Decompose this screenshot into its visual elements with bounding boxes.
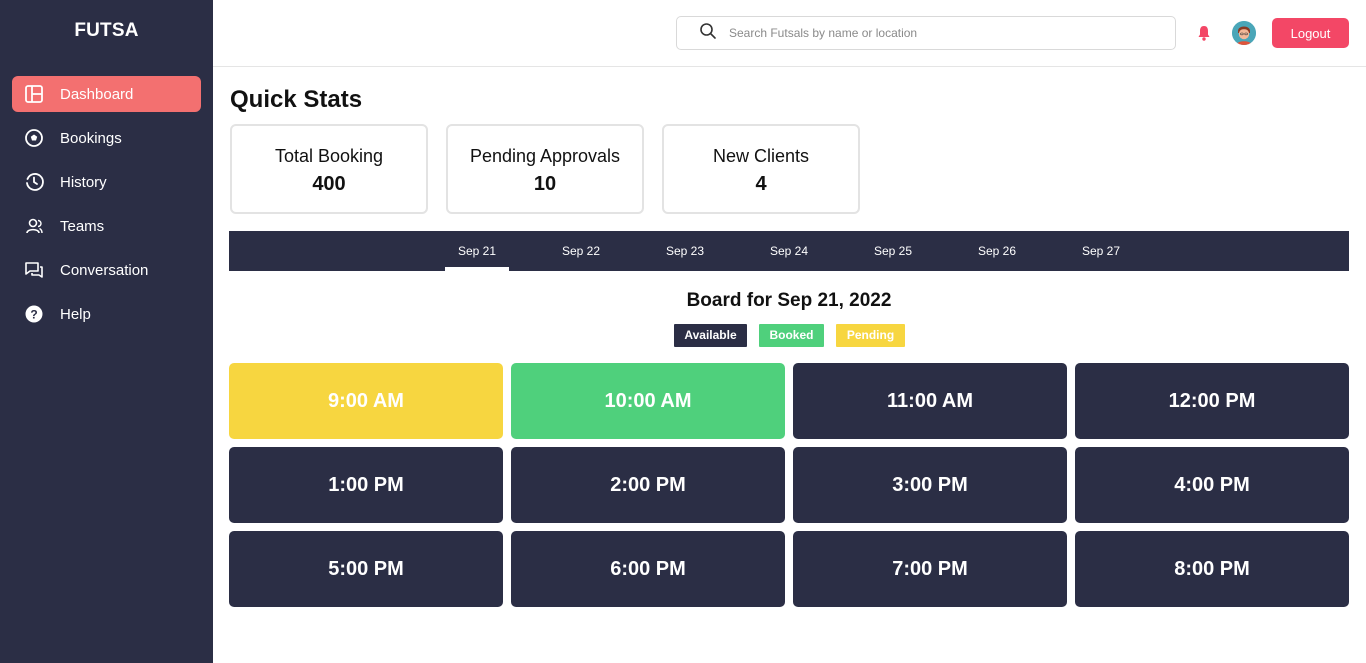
dashboard-icon <box>24 84 44 104</box>
time-slot[interactable]: 1:00 PM <box>229 447 503 523</box>
time-slot[interactable]: 6:00 PM <box>511 531 785 607</box>
time-slot[interactable]: 11:00 AM <box>793 363 1067 439</box>
sidebar: FUTSA Dashboard Bookings History Teams C… <box>0 0 213 663</box>
sidebar-item-label: Conversation <box>60 261 149 279</box>
date-tab[interactable]: Sep 27 <box>1069 231 1133 271</box>
date-tabs: Sep 21 Sep 22 Sep 23 Sep 24 Sep 25 Sep 2… <box>229 231 1349 271</box>
history-icon <box>24 172 44 192</box>
logout-button[interactable]: Logout <box>1272 18 1349 48</box>
legend-pending: Pending <box>836 324 905 347</box>
sidebar-item-label: Teams <box>60 217 105 235</box>
search-bar[interactable] <box>676 16 1176 50</box>
quick-stats-title: Quick Stats <box>230 86 363 113</box>
time-slot[interactable]: 2:00 PM <box>511 447 785 523</box>
stat-card-total-booking: Total Booking 400 <box>230 124 428 214</box>
stat-card-new-clients: New Clients 4 <box>662 124 860 214</box>
stat-label: Total Booking <box>274 146 384 166</box>
time-slot[interactable]: 5:00 PM <box>229 531 503 607</box>
svg-text:?: ? <box>30 308 37 322</box>
sidebar-item-label: Dashboard <box>60 85 134 103</box>
stat-label: Pending Approvals <box>469 146 621 166</box>
top-header: Logout <box>213 0 1366 67</box>
legend-available: Available <box>674 324 747 347</box>
date-tab[interactable]: Sep 21 <box>445 231 509 271</box>
date-tab[interactable]: Sep 23 <box>653 231 717 271</box>
sidebar-nav: Dashboard Bookings History Teams Convers… <box>12 76 201 340</box>
user-avatar[interactable] <box>1232 21 1256 45</box>
stat-label: New Clients <box>712 146 810 166</box>
help-icon: ? <box>24 304 44 324</box>
time-slot[interactable]: 7:00 PM <box>793 531 1067 607</box>
sidebar-item-label: Help <box>60 305 91 323</box>
search-input[interactable] <box>729 26 1149 40</box>
time-slot[interactable]: 10:00 AM <box>511 363 785 439</box>
date-tab[interactable]: Sep 25 <box>861 231 925 271</box>
board-title: Board for Sep 21, 2022 <box>686 290 892 311</box>
sidebar-item-label: Bookings <box>60 129 122 147</box>
brand-logo: FUTSA <box>74 20 139 41</box>
stat-card-pending-approvals: Pending Approvals 10 <box>446 124 644 214</box>
soccer-ball-icon <box>24 128 44 148</box>
sidebar-item-conversation[interactable]: Conversation <box>12 252 201 288</box>
sidebar-item-help[interactable]: ? Help <box>12 296 201 332</box>
time-slot[interactable]: 9:00 AM <box>229 363 503 439</box>
time-slot[interactable]: 12:00 PM <box>1075 363 1349 439</box>
date-tab[interactable]: Sep 26 <box>965 231 1029 271</box>
stat-value: 400 <box>312 173 346 195</box>
legend-booked: Booked <box>759 324 824 347</box>
date-tab[interactable]: Sep 22 <box>549 231 613 271</box>
stat-value: 10 <box>533 173 557 195</box>
sidebar-item-teams[interactable]: Teams <box>12 208 201 244</box>
stat-value: 4 <box>755 173 767 195</box>
teams-icon <box>24 216 44 236</box>
sidebar-item-dashboard[interactable]: Dashboard <box>12 76 201 112</box>
sidebar-item-history[interactable]: History <box>12 164 201 200</box>
time-slot[interactable]: 8:00 PM <box>1075 531 1349 607</box>
conversation-icon <box>24 260 44 280</box>
date-tab[interactable]: Sep 24 <box>757 231 821 271</box>
time-slot[interactable]: 3:00 PM <box>793 447 1067 523</box>
sidebar-item-label: History <box>60 173 107 191</box>
search-icon <box>699 22 729 45</box>
notification-bell-icon[interactable] <box>1196 24 1212 42</box>
sidebar-item-bookings[interactable]: Bookings <box>12 120 201 156</box>
time-slot[interactable]: 4:00 PM <box>1075 447 1349 523</box>
